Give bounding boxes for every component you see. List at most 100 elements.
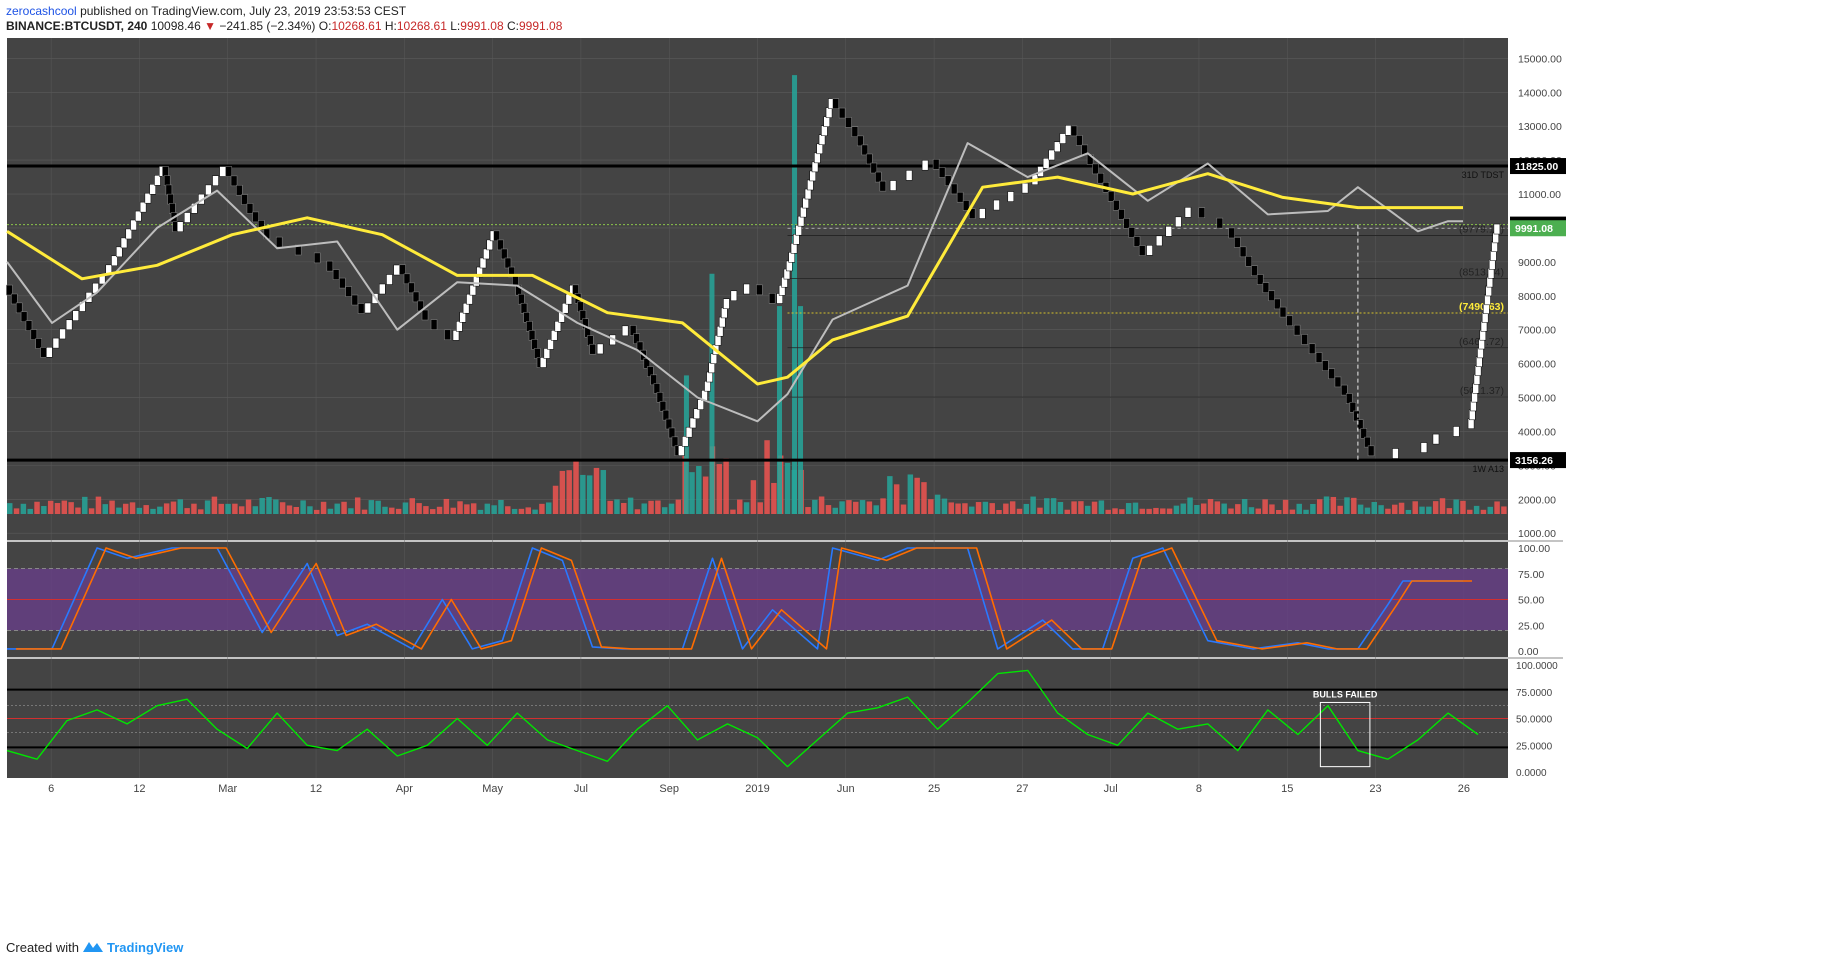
- volume-bar: [457, 501, 463, 514]
- renko-brick-down: [351, 294, 359, 306]
- renko-brick-down: [838, 107, 846, 119]
- renko-brick-down: [444, 329, 451, 341]
- volume-bar: [818, 496, 825, 514]
- renko-brick-up: [1483, 303, 1490, 314]
- renko-brick-up: [473, 275, 480, 287]
- level-price-badge-label: 11825.00: [1515, 161, 1558, 173]
- renko-brick-up: [1470, 400, 1477, 412]
- x-tick-label: Apr: [396, 783, 413, 795]
- renko-brick-up: [183, 212, 191, 223]
- volume-bar: [621, 502, 627, 514]
- renko-brick-down: [1133, 236, 1141, 247]
- volume-bar: [1344, 497, 1350, 514]
- renko-brick-down: [531, 339, 538, 350]
- renko-brick-down: [408, 282, 415, 294]
- volume-bar: [1357, 504, 1364, 514]
- renko-brick-up: [1481, 312, 1489, 323]
- renko-brick-up: [459, 312, 466, 323]
- tradingview-brand[interactable]: TradingView: [107, 940, 183, 955]
- renko-brick-down: [870, 162, 878, 174]
- volume-bar: [716, 464, 723, 514]
- volume-bar: [498, 499, 504, 514]
- renko-brick-down: [518, 293, 525, 305]
- renko-brick-down: [665, 418, 673, 430]
- renko-brick-down: [756, 284, 763, 296]
- renko-brick-up: [1468, 409, 1476, 421]
- volume-bar: [1112, 508, 1118, 514]
- volume-bar: [941, 498, 948, 514]
- renko-brick-up: [1184, 207, 1192, 218]
- renko-brick-down: [866, 153, 873, 165]
- volume-bar: [1221, 503, 1227, 514]
- renko-brick-down: [430, 319, 438, 330]
- renko-brick-down: [1367, 445, 1375, 457]
- renko-brick-up: [479, 257, 487, 269]
- chart-canvas[interactable]: 15000.0014000.0013000.0012000.0011000.00…: [0, 0, 1828, 968]
- renko-brick-down: [1293, 324, 1301, 336]
- tradingview-logo-icon: [82, 940, 103, 955]
- renko-brick-up: [706, 371, 713, 383]
- volume-bar: [1091, 501, 1098, 514]
- volume-bar: [866, 501, 873, 514]
- renko-brick-down: [1092, 163, 1099, 175]
- volume-bar: [389, 507, 395, 514]
- renko-brick-up: [1452, 426, 1460, 437]
- renko-brick-up: [790, 243, 798, 254]
- renko-brick-down: [857, 135, 864, 147]
- renko-brick-up: [1146, 245, 1153, 256]
- renko-brick-up: [1486, 276, 1494, 288]
- renko-brick-up: [379, 283, 386, 295]
- renko-brick-up: [543, 348, 551, 359]
- stoch-tick-label: 0.00: [1518, 646, 1539, 658]
- volume-bar: [1426, 506, 1432, 514]
- renko-brick-up: [386, 274, 393, 285]
- renko-brick-down: [1123, 218, 1130, 229]
- volume-bar: [1207, 499, 1214, 514]
- stoch-tick-label: 75.00: [1518, 569, 1544, 581]
- volume-bar: [1098, 500, 1105, 514]
- volume-bar: [1460, 500, 1466, 514]
- renko-brick-down: [167, 193, 174, 205]
- renko-brick-up: [710, 353, 718, 364]
- volume-bar: [259, 497, 265, 514]
- renko-brick-down: [956, 191, 964, 203]
- renko-brick-down: [30, 329, 38, 340]
- renko-brick-down: [339, 277, 346, 289]
- volume-bar: [934, 494, 941, 514]
- volume-bar: [539, 503, 545, 514]
- volume-bar: [859, 500, 866, 514]
- volume-bar: [948, 502, 954, 514]
- renko-brick-up: [205, 184, 212, 196]
- renko-brick-down: [11, 293, 18, 305]
- volume-bar: [191, 503, 197, 514]
- renko-brick-up: [462, 302, 470, 314]
- renko-brick-up: [1490, 250, 1497, 261]
- renko-brick-up: [800, 206, 807, 218]
- renko-brick-down: [845, 117, 852, 128]
- volume-spike-bar: [792, 75, 798, 514]
- volume-bar: [969, 506, 975, 514]
- x-tick-label: 27: [1016, 783, 1028, 795]
- renko-brick-down: [1113, 200, 1120, 211]
- rsi-tick-label: 25.0000: [1516, 741, 1553, 752]
- volume-bar: [1473, 505, 1480, 514]
- volume-bar: [75, 507, 81, 514]
- renko-brick-down: [832, 98, 839, 109]
- renko-brick-up: [65, 319, 73, 331]
- renko-brick-up: [469, 284, 477, 296]
- renko-brick-up: [693, 408, 701, 420]
- volume-bar: [1289, 509, 1296, 514]
- volume-bar: [266, 497, 272, 514]
- renko-brick-down: [1279, 306, 1287, 318]
- volume-bar: [341, 501, 347, 514]
- renko-brick-up: [1021, 182, 1029, 194]
- rsi-tick-label: 75.0000: [1516, 688, 1553, 699]
- renko-brick-up: [539, 357, 547, 368]
- volume-bar: [893, 484, 900, 514]
- level-label: (8513.54): [1459, 266, 1504, 278]
- renko-brick-up: [59, 328, 66, 340]
- volume-bar: [443, 498, 450, 514]
- renko-brick-up: [111, 255, 118, 267]
- volume-bar: [586, 475, 593, 514]
- volume-bar: [1330, 496, 1337, 514]
